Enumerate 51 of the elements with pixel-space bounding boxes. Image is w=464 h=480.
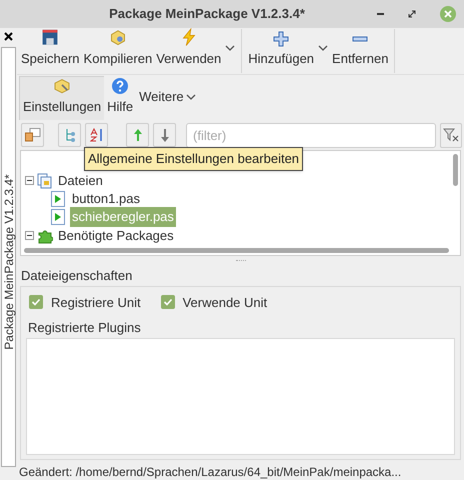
checkbox-label[interactable]: Verwende Unit [182,292,268,312]
toolbar-button[interactable]: Hinzufügen [246,28,316,74]
more-menu-button[interactable]: Weitere [139,86,196,106]
sort-button[interactable] [85,123,108,147]
toolbar-button[interactable]: Speichern [19,28,82,74]
horizontal-scrollbar[interactable] [24,248,449,253]
folder-icon [24,128,40,142]
help-icon [111,76,130,94]
toolbar-button[interactable]: Entfernen [330,28,390,74]
move-up-button[interactable] [126,123,149,147]
collapse-toggle[interactable] [25,176,34,185]
tooltip: Allgemeine Einstellungen bearbeiten [84,147,304,170]
files-icon [37,172,53,188]
unit-file-icon [51,209,65,225]
vertical-scrollbar[interactable] [453,154,458,186]
unit-file-icon [51,191,65,207]
tree-item[interactable]: Benötigte Packages [56,226,176,246]
group-title: Dateieigenschaften [20,267,134,285]
plus-icon [273,30,290,46]
checkbox[interactable] [160,295,175,310]
caret-icon [186,94,196,100]
toolbar-button[interactable]: Verwenden [154,28,224,74]
toolbar-button[interactable]: Hilfe [104,76,136,120]
move-down-button[interactable] [153,123,176,147]
down-arrow-icon [160,128,170,142]
restore-icon[interactable] [408,10,416,18]
checkmark-icon [162,297,173,308]
clear-filter-icon [443,128,459,142]
checkmark-icon [31,297,41,308]
tree-icon [64,128,76,142]
sort-icon [90,128,104,142]
side-tab[interactable]: Package MeinPackage V1.2.3.4* [1,47,16,467]
tree-view-button[interactable] [58,123,81,147]
checkbox[interactable] [29,295,43,310]
toolbar-button[interactable]: Kompilieren [82,28,154,74]
up-arrow-icon [132,128,142,142]
tree-item[interactable]: button1.pas [70,189,142,209]
group-title: Registrierte Plugins [27,319,142,337]
status-text: Geändert: /home/bernd/Sprachen/Lazarus/64_bit/MeinPak/meinpacka... [19,465,402,479]
dropdown-caret-icon[interactable] [318,45,328,51]
open-folder-button[interactable] [21,123,44,147]
puzzle-piece-icon [37,228,53,244]
clear-filter-button[interactable] [440,122,462,148]
collapse-toggle[interactable] [25,231,34,240]
checkbox-label[interactable]: Registriere Unit [51,292,141,312]
window-title: Package MeinPackage V1.2.3.4* [109,5,305,24]
filter-field[interactable]: (filter) [186,122,436,148]
dropdown-caret-icon[interactable] [225,45,236,51]
close-icon[interactable] [4,32,13,41]
toolbar-button[interactable]: Einstellungen [19,76,104,120]
tree-item[interactable]: Dateien [56,170,105,190]
